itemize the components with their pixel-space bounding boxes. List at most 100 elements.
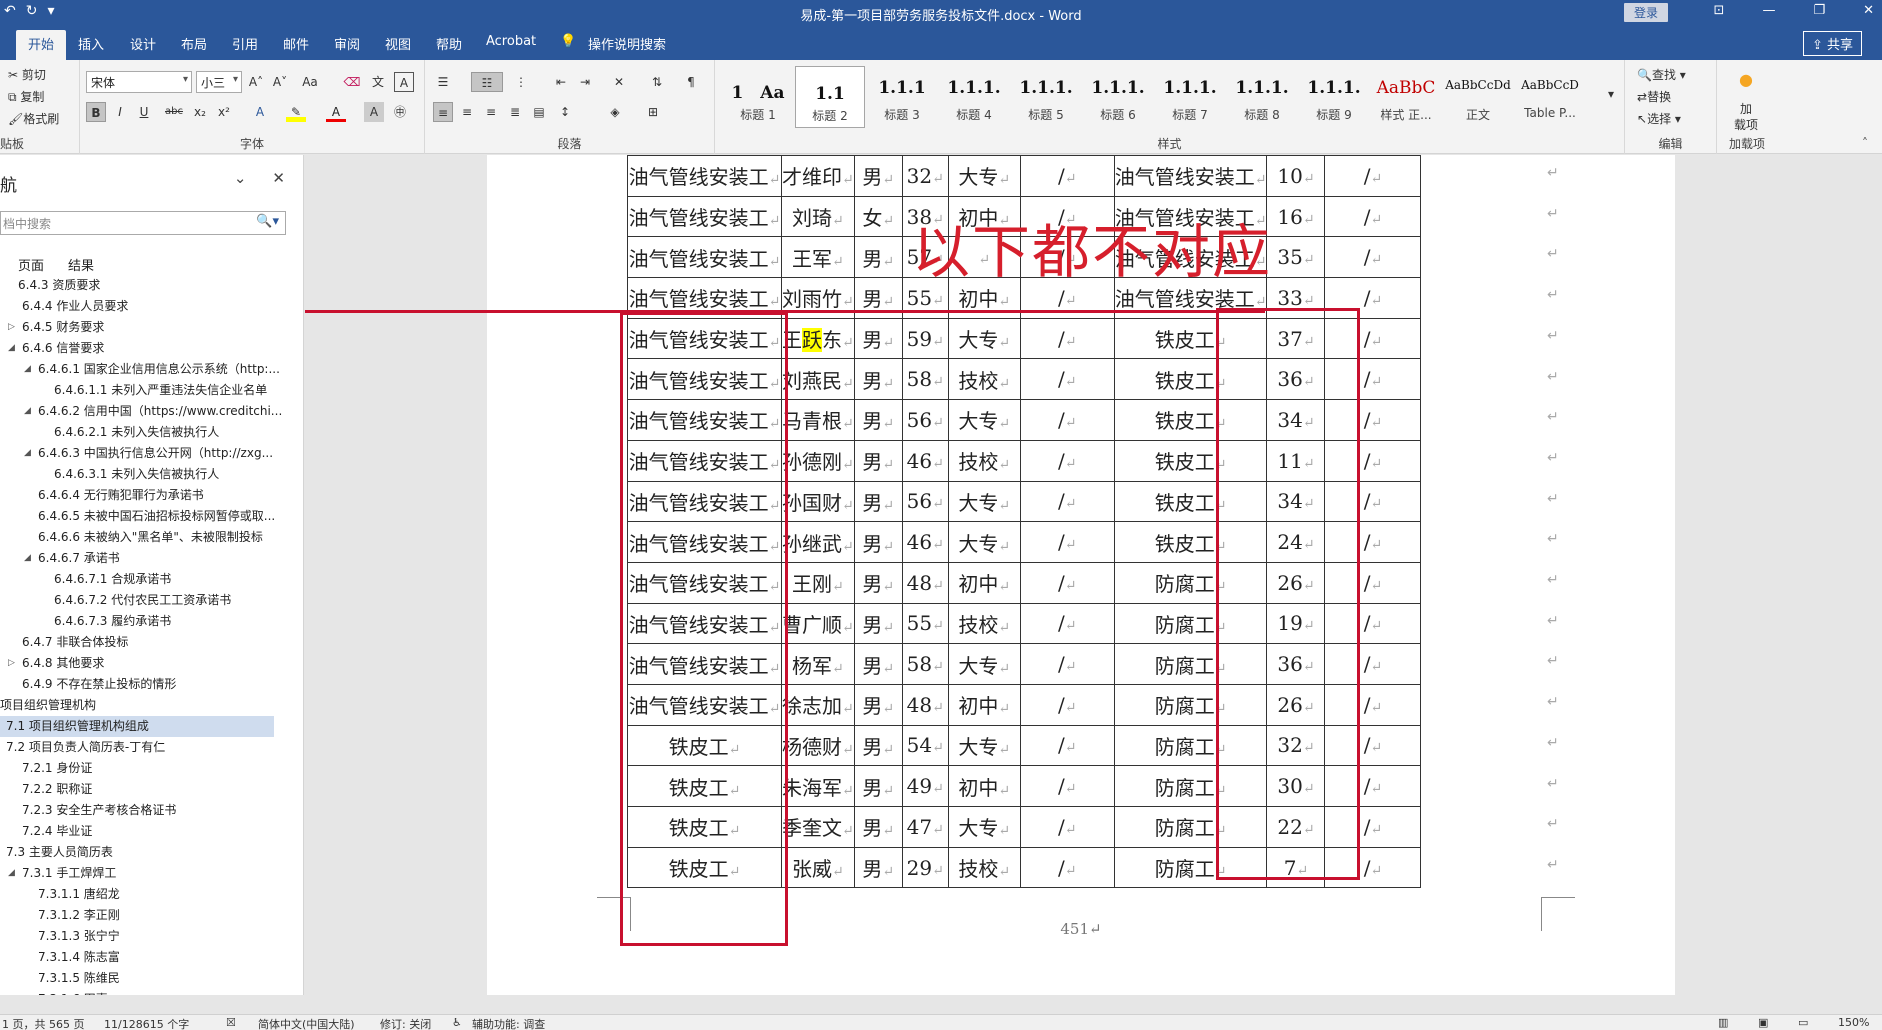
style-item[interactable]: 1.1 标题 2: [795, 66, 865, 128]
table-cell[interactable]: 32↵: [901, 155, 949, 197]
table-cell[interactable]: 54↵: [901, 724, 949, 767]
tab-view[interactable]: 视图: [385, 34, 411, 53]
table-cell[interactable]: 男↵: [853, 683, 903, 726]
table-cell[interactable]: 男↵: [853, 399, 903, 441]
nav-heading-item[interactable]: 7.1 项目组织管理机构组成: [0, 716, 274, 737]
nav-heading-item[interactable]: 6.4.6.6 未被纳入"黑名单"、未被限制投标: [0, 527, 300, 548]
status-page[interactable]: 1 页，共 565 页: [2, 1016, 84, 1030]
tab-home[interactable]: 开始: [16, 30, 67, 61]
table-cell[interactable]: 男↵: [853, 765, 903, 807]
table-cell[interactable]: 技校↵: [947, 846, 1021, 889]
table-cell[interactable]: 男↵: [853, 439, 903, 482]
addins-button-line1[interactable]: 加: [1740, 100, 1752, 117]
table-cell[interactable]: 技校↵: [947, 358, 1021, 401]
table-cell[interactable]: 10↵: [1266, 155, 1326, 197]
collapse-icon[interactable]: ◢: [24, 401, 31, 422]
style-item[interactable]: 1.1.1. 标题 9: [1299, 66, 1369, 128]
superscript-button[interactable]: x²: [214, 102, 234, 122]
style-item[interactable]: AaBbC 样式 正...: [1371, 66, 1441, 128]
table-cell[interactable]: /↵: [1019, 561, 1115, 604]
tell-me-search[interactable]: 操作说明搜索: [588, 34, 666, 53]
justify-icon[interactable]: ≣: [505, 102, 525, 122]
table-cell[interactable]: 大专↵: [947, 724, 1021, 767]
text-effects-icon[interactable]: A: [250, 102, 270, 122]
table-cell[interactable]: 张威↵: [781, 846, 855, 889]
table-cell[interactable]: 女↵: [853, 195, 903, 238]
enclose-char-icon[interactable]: ㊥: [390, 102, 410, 122]
table-cell[interactable]: 59↵: [901, 317, 949, 360]
table-cell[interactable]: 46↵: [901, 439, 949, 482]
table-cell[interactable]: 油气管线安装工↵: [1113, 155, 1268, 197]
nav-heading-item[interactable]: 7.3.1.6 田惠: [0, 989, 300, 995]
table-cell[interactable]: 初中↵: [947, 765, 1021, 807]
restore-icon[interactable]: ❐: [1813, 3, 1825, 18]
nav-tab-results[interactable]: 结果: [68, 255, 94, 274]
table-cell[interactable]: 男↵: [853, 480, 903, 523]
strikethrough-button[interactable]: abc: [164, 102, 184, 122]
table-cell[interactable]: 48↵: [901, 561, 949, 604]
italic-button[interactable]: I: [110, 102, 130, 122]
table-cell[interactable]: /↵: [1019, 602, 1115, 645]
nav-heading-item[interactable]: 7.3.1.3 张宁宁: [0, 926, 300, 947]
tab-mailings[interactable]: 邮件: [283, 34, 309, 53]
table-cell[interactable]: 男↵: [853, 643, 903, 685]
nav-heading-item[interactable]: 6.4.6.7.2 代付农民工工资承诺书: [0, 590, 300, 611]
table-cell[interactable]: 才维印↵: [781, 155, 855, 197]
style-item[interactable]: 1.1.1. 标题 4: [939, 66, 1009, 128]
table-cell[interactable]: 技校↵: [947, 439, 1021, 482]
sort-icon[interactable]: ⇅: [647, 72, 667, 92]
subscript-button[interactable]: x₂: [190, 102, 210, 122]
table-cell[interactable]: /↵: [1019, 358, 1115, 401]
nav-heading-item[interactable]: ◢ 6.4.6 信誉要求: [0, 338, 300, 359]
collapse-icon[interactable]: ◢: [24, 359, 31, 380]
table-cell[interactable]: /↵: [1019, 806, 1115, 848]
nav-heading-item[interactable]: 7.3.1.1 唐绍龙: [0, 884, 300, 905]
styles-more-icon[interactable]: ▾: [1601, 84, 1621, 104]
table-cell[interactable]: 56↵: [901, 399, 949, 441]
char-border-icon[interactable]: A: [394, 72, 414, 92]
nav-heading-item[interactable]: 7.3.1.2 李正刚: [0, 905, 300, 926]
show-marks-icon[interactable]: ¶: [681, 72, 701, 92]
table-cell[interactable]: 58↵: [901, 643, 949, 685]
nav-heading-item[interactable]: 7.2.2 职称证: [0, 779, 300, 800]
table-cell[interactable]: 男↵: [853, 561, 903, 604]
addins-button-line2[interactable]: 载项: [1734, 116, 1758, 133]
tab-acrobat[interactable]: Acrobat: [486, 34, 536, 49]
table-cell[interactable]: 季奎文↵: [781, 806, 855, 848]
table-cell[interactable]: 47↵: [901, 806, 949, 848]
decrease-indent-icon[interactable]: ⇤: [551, 72, 571, 92]
style-item[interactable]: 1.1.1. 标题 8: [1227, 66, 1297, 128]
status-track-changes[interactable]: 修订: 关闭: [380, 1016, 431, 1030]
table-cell[interactable]: /↵: [1019, 643, 1115, 685]
nav-heading-item[interactable]: 7.2 项目负责人简历表-丁有仁: [0, 737, 300, 758]
char-shading-icon[interactable]: A: [364, 102, 384, 122]
table-cell[interactable]: 杨军↵: [781, 643, 855, 685]
nav-heading-item[interactable]: 6.4.6.7.3 履约承诺书: [0, 611, 300, 632]
ribbon-display-icon[interactable]: ⊡: [1714, 3, 1725, 18]
expand-icon[interactable]: ▷: [8, 317, 15, 338]
multilevel-list-icon[interactable]: ⋮: [511, 72, 531, 92]
table-cell[interactable]: 29↵: [901, 846, 949, 889]
table-cell[interactable]: 刘琦↵: [781, 195, 855, 238]
nav-heading-item[interactable]: ◢ 6.4.6.3 中国执行信息公开网（http://zxg...: [0, 443, 300, 464]
font-color-icon[interactable]: A: [326, 102, 346, 122]
table-cell[interactable]: 大专↵: [947, 643, 1021, 685]
table-cell[interactable]: 男↵: [853, 358, 903, 401]
borders-icon[interactable]: ⊞: [643, 102, 663, 122]
align-left-icon[interactable]: ≡: [433, 102, 453, 122]
close-pane-icon[interactable]: ✕: [272, 169, 285, 187]
nav-heading-item[interactable]: 7.2.4 毕业证: [0, 821, 300, 842]
table-cell[interactable]: 男↵: [853, 602, 903, 645]
nav-heading-item[interactable]: 6.4.6.1.1 未列入严重违法失信企业名单: [0, 380, 300, 401]
expand-icon[interactable]: ▷: [8, 653, 15, 674]
table-cell[interactable]: /↵: [1324, 195, 1422, 238]
nav-heading-item[interactable]: ◢ 7.3.1 手工焊焊工: [0, 863, 300, 884]
nav-tab-pages[interactable]: 页面: [18, 255, 44, 274]
table-cell[interactable]: /↵: [1019, 724, 1115, 767]
table-cell[interactable]: 56↵: [901, 480, 949, 523]
nav-heading-item[interactable]: 6.4.6.5 未被中国石油招标投标网暂停或取...: [0, 506, 300, 527]
table-cell[interactable]: 油气管线安装工↵: [627, 195, 782, 238]
style-item[interactable]: AaBbCcD Table P...: [1515, 66, 1585, 128]
status-words[interactable]: 11/128615 个字: [104, 1016, 189, 1030]
clear-format-icon[interactable]: ⌫: [342, 72, 362, 92]
